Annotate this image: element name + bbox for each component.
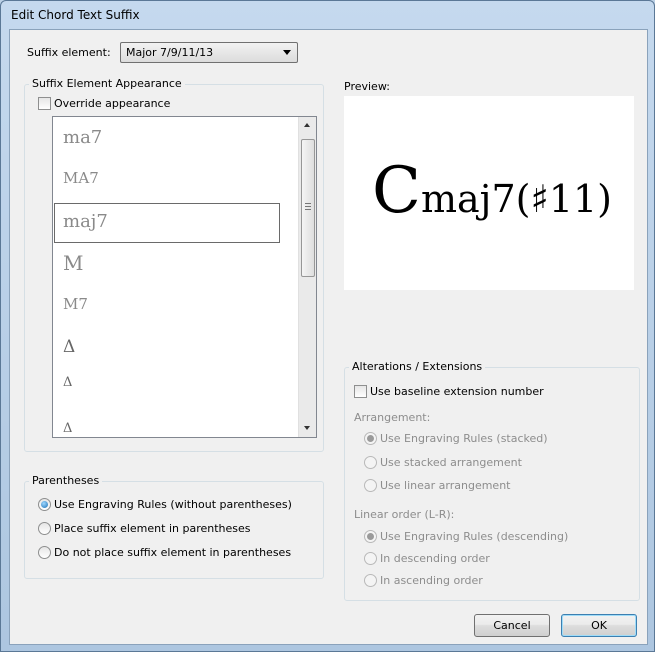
scroll-down-icon[interactable]	[299, 419, 316, 436]
order-radio-engraving[interactable]	[364, 530, 377, 543]
dialog-window: Edit Chord Text Suffix Suffix element: M…	[0, 0, 655, 652]
preview-chord: Cmaj7(♯11)	[372, 154, 612, 228]
list-item[interactable]: MA7	[63, 169, 99, 187]
arrangement-option-label: Use Engraving Rules (stacked)	[380, 432, 548, 445]
baseline-extension-checkbox[interactable]	[354, 385, 367, 398]
scroll-up-icon[interactable]	[299, 117, 316, 134]
title-bar[interactable]: Edit Chord Text Suffix	[1, 1, 654, 29]
paren-radio-engraving[interactable]	[38, 498, 51, 511]
list-item[interactable]: Δ	[63, 375, 72, 390]
list-scrollbar[interactable]	[298, 117, 316, 437]
paren-option-label: Place suffix element in parentheses	[54, 522, 251, 535]
chord-preview: Cmaj7(♯11)	[344, 96, 634, 290]
override-appearance-label: Override appearance	[54, 97, 171, 110]
arrangement-radio-linear[interactable]	[364, 479, 377, 492]
suffix-appearance-list[interactable]: ma7 MA7 maj7 M M7 Δ Δ Δ	[52, 116, 317, 438]
dialog-body: Suffix element: Major 7/9/11/13 Suffix E…	[9, 29, 648, 645]
parentheses-group-title: Parentheses	[29, 474, 103, 487]
list-item[interactable]: Δ	[63, 421, 72, 436]
paren-option-label: Do not place suffix element in parenthes…	[54, 546, 292, 559]
override-appearance-checkbox[interactable]	[38, 97, 51, 110]
appearance-group-title: Suffix Element Appearance	[29, 77, 185, 90]
preview-suffix: maj7(♯11)	[420, 177, 613, 221]
ok-button[interactable]: OK	[561, 614, 637, 637]
chevron-down-icon	[283, 50, 291, 55]
paren-radio-do-not-place[interactable]	[38, 546, 51, 559]
list-item[interactable]: maj7	[63, 211, 108, 232]
suffix-element-dropdown[interactable]: Major 7/9/11/13	[120, 42, 298, 63]
list-item[interactable]: ma7	[63, 127, 102, 148]
paren-option-label: Use Engraving Rules (without parentheses…	[54, 498, 292, 511]
list-item[interactable]: M	[63, 251, 83, 275]
arrangement-option-label: Use linear arrangement	[380, 479, 511, 492]
order-radio-descending[interactable]	[364, 552, 377, 565]
suffix-element-label: Suffix element:	[27, 46, 111, 59]
arrangement-radio-engraving[interactable]	[364, 432, 377, 445]
arrangement-radio-stacked[interactable]	[364, 456, 377, 469]
order-option-label: In ascending order	[380, 574, 483, 587]
order-option-label: Use Engraving Rules (descending)	[380, 530, 569, 543]
arrangement-option-label: Use stacked arrangement	[380, 456, 522, 469]
order-option-label: In descending order	[380, 552, 490, 565]
cancel-button[interactable]: Cancel	[474, 614, 550, 637]
preview-root: C	[372, 154, 421, 228]
grip-icon	[305, 203, 311, 210]
preview-label: Preview:	[344, 80, 390, 93]
alterations-group-title: Alterations / Extensions	[349, 360, 486, 373]
window-title: Edit Chord Text Suffix	[11, 8, 140, 22]
paren-radio-place[interactable]	[38, 522, 51, 535]
arrangement-label: Arrangement:	[354, 411, 431, 424]
baseline-extension-label: Use baseline extension number	[370, 385, 544, 398]
order-radio-ascending[interactable]	[364, 574, 377, 587]
suffix-element-value: Major 7/9/11/13	[126, 46, 214, 59]
scroll-thumb[interactable]	[301, 139, 315, 277]
list-item[interactable]: M7	[63, 295, 88, 313]
linear-order-label: Linear order (L-R):	[354, 508, 455, 521]
list-item[interactable]: Δ	[63, 337, 75, 357]
